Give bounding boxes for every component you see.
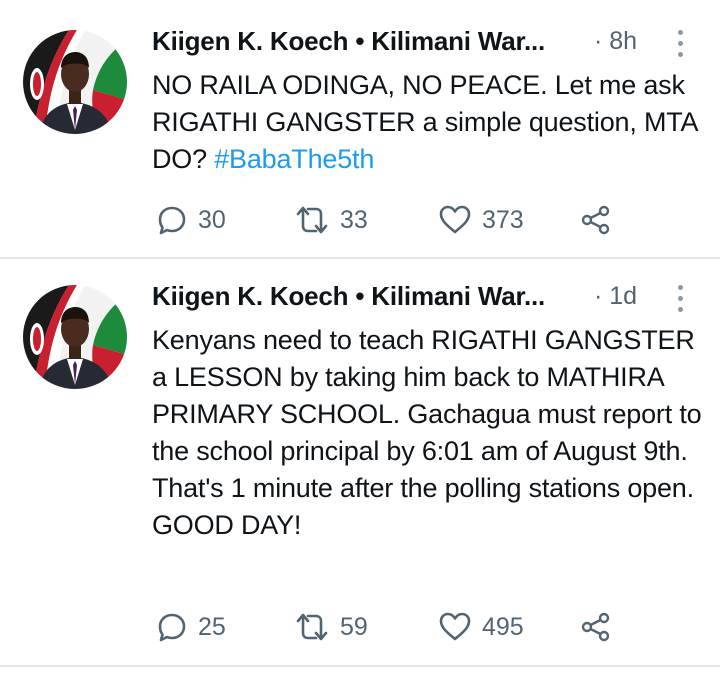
avatar[interactable] [23, 30, 127, 134]
avatar[interactable] [23, 285, 127, 389]
tweet-text: NO RAILA ODINGA, NO PEACE. Let me ask RI… [152, 67, 712, 178]
timestamp-separator: · [594, 282, 610, 310]
author-name[interactable]: Kiigen K. Koech • Kilimani War... [152, 281, 582, 312]
like-button[interactable]: 373 [438, 202, 524, 238]
like-button[interactable]: 495 [438, 609, 524, 645]
tweet-actions: 25 59 495 [156, 609, 636, 645]
timestamp[interactable]: · 8h [594, 27, 637, 56]
hashtag-link[interactable]: #BabaThe5th [214, 144, 374, 174]
tweet-text: Kenyans need to teach RIGATHI GANGSTER a… [152, 322, 712, 544]
tweet-body: Kenyans need to teach RIGATHI GANGSTER a… [152, 325, 702, 540]
reply-count: 30 [198, 205, 226, 234]
tweet-card[interactable]: Kiigen K. Koech • Kilimani War... · 1d K… [0, 259, 720, 667]
heart-icon [438, 204, 472, 236]
reply-icon [156, 611, 188, 643]
retweet-count: 33 [340, 205, 368, 234]
divider [0, 665, 720, 667]
reply-button[interactable]: 25 [156, 609, 226, 645]
author-name[interactable]: Kiigen K. Koech • Kilimani War... [152, 26, 582, 57]
tweet-header: Kiigen K. Koech • Kilimani War... · 1d [152, 281, 720, 317]
reply-icon [156, 204, 188, 236]
timestamp[interactable]: · 1d [594, 282, 637, 311]
timestamp-value: 8h [609, 27, 638, 55]
tweet-card[interactable]: Kiigen K. Koech • Kilimani War... · 8h N… [0, 0, 720, 258]
reply-count: 25 [198, 612, 226, 641]
like-count: 495 [482, 612, 524, 641]
retweet-button[interactable]: 33 [294, 202, 368, 238]
like-count: 373 [482, 205, 524, 234]
retweet-count: 59 [340, 612, 368, 641]
share-icon [580, 611, 612, 643]
share-button[interactable] [580, 202, 612, 238]
retweet-icon [294, 611, 330, 643]
more-vertical-icon[interactable] [675, 30, 685, 58]
heart-icon [438, 611, 472, 643]
share-icon [580, 204, 612, 236]
retweet-icon [294, 204, 330, 236]
tweet-actions: 30 33 373 [156, 202, 636, 238]
tweet-header: Kiigen K. Koech • Kilimani War... · 8h [152, 26, 720, 62]
share-button[interactable] [580, 609, 612, 645]
more-vertical-icon[interactable] [675, 285, 685, 313]
timestamp-value: 1d [609, 282, 638, 310]
timestamp-separator: · [594, 27, 610, 55]
retweet-button[interactable]: 59 [294, 609, 368, 645]
reply-button[interactable]: 30 [156, 202, 226, 238]
